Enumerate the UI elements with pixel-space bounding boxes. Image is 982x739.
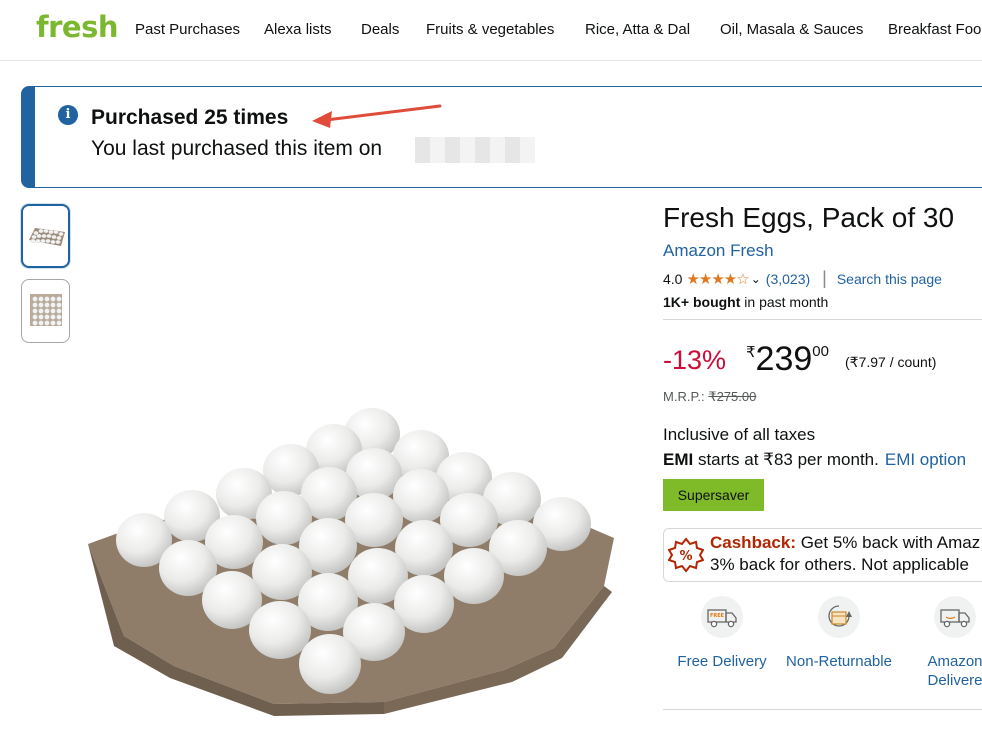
offer-percent-icon: % <box>668 537 704 573</box>
last-purchased-text: You last purchased this item on <box>91 137 383 160</box>
nav-item-oil-masala-sauces[interactable]: Oil, Masala & Sauces <box>720 21 863 38</box>
svg-text:%: % <box>679 549 692 564</box>
search-this-page-link[interactable]: Search this page <box>837 271 942 287</box>
amazon-delivered-label[interactable]: Amazon Delivere <box>912 652 982 690</box>
divider: | <box>822 268 827 288</box>
egg-tray-thumbnail-icon <box>29 228 65 246</box>
free-delivery-label[interactable]: Free Delivery <box>673 652 771 671</box>
amazon-delivered-label-line-2: Delivere <box>927 672 982 689</box>
free-delivery-truck-icon: FREE <box>701 596 743 638</box>
annotation-arrow <box>312 104 442 128</box>
mrp-value: ₹275.00 <box>708 389 757 404</box>
currency-symbol: ₹ <box>746 344 756 361</box>
rating-value: 4.0 <box>663 270 683 287</box>
price: ₹23900 <box>746 340 829 379</box>
emi-label: EMI <box>663 450 694 469</box>
bought-count: 1K+ bought <box>663 294 741 310</box>
cashback-offer[interactable]: % Cashback: Get 5% back with Amaz 3% bac… <box>663 528 982 582</box>
mrp-label: M.R.P.: <box>663 389 705 404</box>
cashback-line-2: 3% back for others. Not applicable <box>710 555 969 574</box>
chevron-down-icon[interactable]: ⌄ <box>751 272 761 286</box>
rating-row: 4.0 ★★★★☆ ⌄ (3,023) | Search this page <box>663 268 942 289</box>
emi-info: EMI starts at ₹83 per month. EMI option <box>663 450 966 470</box>
product-main-image <box>88 408 614 716</box>
emi-options-link[interactable]: EMI option <box>885 450 966 469</box>
price-whole: 239 <box>755 340 813 378</box>
price-fraction: 00 <box>812 343 829 360</box>
inclusive-taxes: Inclusive of all taxes <box>663 425 816 444</box>
feature-amazon-delivered[interactable]: Amazon Delivere <box>912 596 982 690</box>
feature-non-returnable[interactable]: Non-Returnable <box>781 596 897 671</box>
star-rating-icon[interactable]: ★★★★☆ <box>686 270 749 288</box>
purchase-history-banner: i Purchased 25 times You last purchased … <box>21 86 982 188</box>
amazon-delivered-truck-icon <box>934 596 976 638</box>
cashback-text: Get 5% back with Amaz <box>795 533 981 552</box>
redacted-date <box>415 137 535 163</box>
supersaver-badge: Supersaver <box>663 479 764 511</box>
section-divider <box>663 709 982 710</box>
bought-in-past-month: 1K+ bought in past month <box>663 294 828 310</box>
nav-item-fruits-vegetables[interactable]: Fruits & vegetables <box>426 21 554 38</box>
mrp: M.R.P.: ₹275.00 <box>663 389 756 405</box>
info-icon: i <box>58 105 78 125</box>
brand-store-link[interactable]: Amazon Fresh <box>663 241 774 261</box>
amazon-delivered-label-line-1: Amazon <box>927 653 982 670</box>
cashback-label: Cashback: <box>710 533 796 552</box>
top-nav: fresh Past Purchases Alexa lists Deals F… <box>0 0 982 61</box>
nav-item-past-purchases[interactable]: Past Purchases <box>135 21 240 38</box>
price-per-count: (₹7.97 / count) <box>845 354 937 370</box>
product-title: Fresh Eggs, Pack of 30 <box>663 202 955 233</box>
nav-item-deals[interactable]: Deals <box>361 21 399 38</box>
emi-text: starts at ₹83 per month. <box>693 450 879 469</box>
purchase-count-heading: Purchased 25 times <box>91 106 289 129</box>
feature-free-delivery[interactable]: FREE Free Delivery <box>673 596 771 671</box>
svg-text:FREE: FREE <box>710 613 725 619</box>
non-returnable-box-icon <box>818 596 860 638</box>
thumbnail-2[interactable] <box>21 279 70 343</box>
nav-item-alexa-lists[interactable]: Alexa lists <box>264 21 332 38</box>
ratings-count-link[interactable]: (3,023) <box>766 271 810 287</box>
bought-period: in past month <box>740 294 829 310</box>
non-returnable-label[interactable]: Non-Returnable <box>781 652 897 671</box>
thumbnail-1[interactable] <box>21 204 70 268</box>
nav-item-breakfast-foods[interactable]: Breakfast Foo <box>888 21 981 38</box>
cashback-line-1: Cashback: Get 5% back with Amaz <box>710 533 980 553</box>
egg-tray-top-view-icon <box>30 294 62 326</box>
section-divider <box>663 319 982 320</box>
nav-item-rice-atta-dal[interactable]: Rice, Atta & Dal <box>585 21 690 38</box>
fresh-logo[interactable]: fresh <box>36 10 119 44</box>
discount-percentage: -13% <box>663 345 727 375</box>
